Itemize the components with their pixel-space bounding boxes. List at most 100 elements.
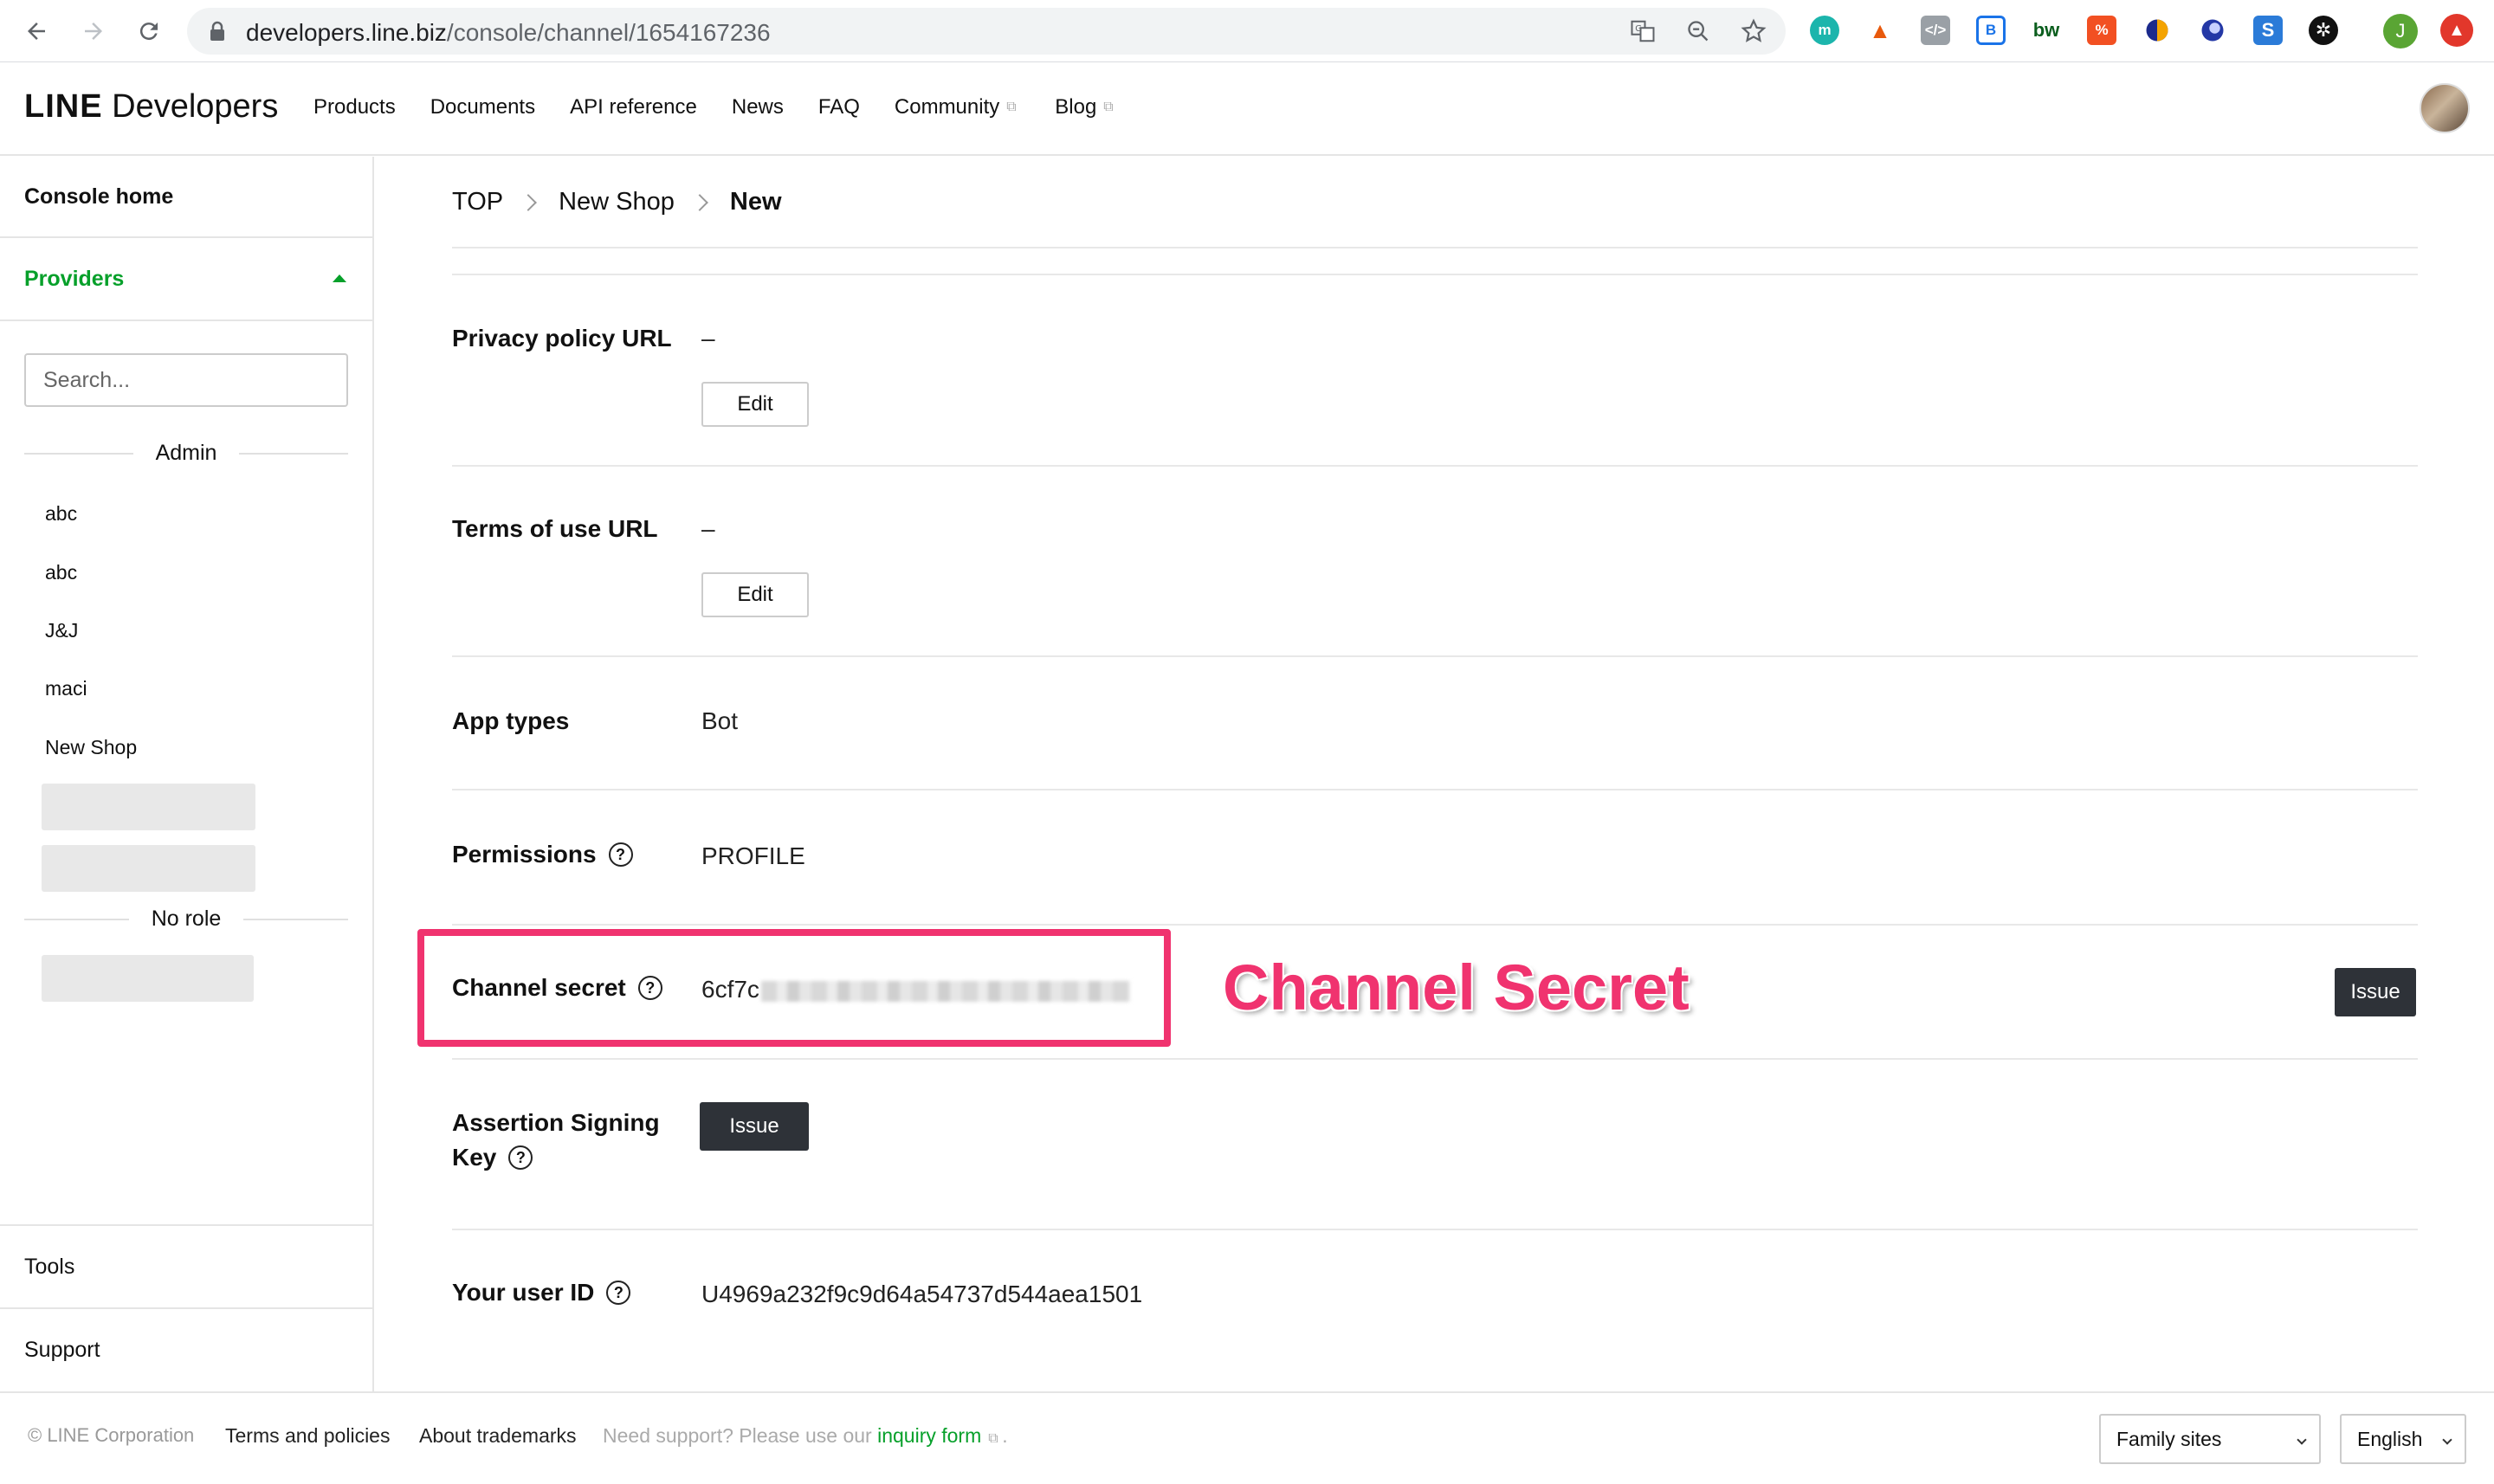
inquiry-form-link[interactable]: inquiry form xyxy=(877,1424,981,1447)
browser-profile-avatar[interactable]: J xyxy=(2383,14,2418,48)
about-trademarks-link[interactable]: About trademarks xyxy=(419,1424,577,1448)
breadcrumb-top[interactable]: TOP xyxy=(452,188,503,216)
lock-icon xyxy=(210,21,224,41)
bw-extension-icon[interactable]: bw xyxy=(2032,16,2061,45)
address-bar[interactable]: developers.line.biz/console/channel/1654… xyxy=(187,8,1786,55)
user-id-label: Your user ID ? xyxy=(452,1279,631,1307)
divider xyxy=(452,274,2418,275)
breadcrumb: TOP New Shop New xyxy=(452,188,782,216)
external-link-icon: ⧉ xyxy=(988,1431,998,1446)
top-navigation: Products Documents API reference News FA… xyxy=(313,95,1152,119)
user-avatar[interactable] xyxy=(2420,83,2470,133)
issue-channel-secret-button[interactable]: Issue xyxy=(2335,968,2416,1016)
user-id-value: U4969a232f9c9d64a54737d544aea1501 xyxy=(701,1281,1143,1307)
channel-settings-main: TOP New Shop New Privacy policy URL – Ed… xyxy=(376,157,2494,1391)
browser-toolbar: developers.line.biz/console/channel/1654… xyxy=(0,0,2494,62)
provider-item[interactable]: New Shop xyxy=(45,736,137,759)
app-types-value: Bot xyxy=(701,707,739,734)
help-icon[interactable]: ? xyxy=(606,1281,631,1305)
provider-item[interactable]: maci xyxy=(45,677,87,700)
nav-faq[interactable]: FAQ xyxy=(818,95,860,119)
divider xyxy=(452,1229,2418,1230)
chevron-right-icon xyxy=(691,193,708,211)
redacted-provider-item[interactable] xyxy=(42,845,255,892)
channel-secret-highlight-box xyxy=(417,929,1171,1047)
sidebar-providers[interactable]: Providers xyxy=(0,238,372,321)
divider xyxy=(452,1058,2418,1060)
sidebar-tools[interactable]: Tools xyxy=(0,1224,372,1307)
permissions-label: Permissions ? xyxy=(452,841,633,868)
divider xyxy=(452,247,2418,248)
external-link-icon: ⧉ xyxy=(1103,100,1114,114)
assertion-signing-key-label: Assertion Signing xyxy=(452,1109,660,1136)
permissions-value: PROFILE xyxy=(701,842,805,869)
reload-icon[interactable] xyxy=(130,12,168,50)
support-text: Need support? Please use our inquiry for… xyxy=(603,1424,1008,1447)
forward-arrow-icon[interactable] xyxy=(74,12,113,50)
orb-extension-icon[interactable] xyxy=(2198,16,2227,45)
channel-secret-annotation: Channel Secret xyxy=(1223,952,1690,1023)
site-header: LINE Developers Products Documents API r… xyxy=(0,62,2494,156)
no-role-section-divider: No role xyxy=(24,907,348,932)
external-link-icon: ⧉ xyxy=(1006,100,1017,114)
assertion-signing-key-label-line2: Key ? xyxy=(452,1144,533,1171)
privacy-policy-url-value: – xyxy=(701,325,715,352)
breadcrumb-provider[interactable]: New Shop xyxy=(559,188,675,216)
nav-blog[interactable]: Blog ⧉ xyxy=(1055,95,1117,119)
divider xyxy=(452,655,2418,657)
nav-api-reference[interactable]: API reference xyxy=(570,95,697,119)
redacted-provider-item[interactable] xyxy=(42,784,255,830)
sidebar-console-home[interactable]: Console home xyxy=(0,157,372,238)
chevron-down-icon xyxy=(2297,1435,2307,1445)
nav-products[interactable]: Products xyxy=(313,95,396,119)
footer: © LINE Corporation Terms and policies Ab… xyxy=(0,1391,2494,1484)
back-arrow-icon[interactable] xyxy=(17,12,55,50)
terms-of-use-url-value: – xyxy=(701,515,715,542)
terms-and-policies-link[interactable]: Terms and policies xyxy=(225,1424,390,1448)
percent-extension-icon[interactable]: % xyxy=(2087,16,2116,45)
family-sites-select[interactable]: Family sites xyxy=(2099,1414,2321,1464)
nav-community[interactable]: Community ⧉ xyxy=(895,95,1020,119)
admin-section-divider: Admin xyxy=(24,441,348,466)
line-developers-logo[interactable]: LINE Developers xyxy=(24,88,278,126)
nav-documents[interactable]: Documents xyxy=(430,95,535,119)
update-icon[interactable]: ▲ xyxy=(2440,14,2473,47)
edit-privacy-policy-button[interactable]: Edit xyxy=(701,382,809,427)
half-circle-extension-icon[interactable] xyxy=(2142,16,2172,45)
edit-terms-of-use-button[interactable]: Edit xyxy=(701,572,809,617)
url-text: developers.line.biz/console/channel/1654… xyxy=(246,19,771,46)
divider xyxy=(452,465,2418,467)
code-extension-icon[interactable]: </> xyxy=(1921,16,1950,45)
chevron-down-icon xyxy=(2442,1435,2452,1445)
help-icon[interactable]: ? xyxy=(608,842,633,867)
svg-text:G: G xyxy=(1635,24,1642,34)
caret-up-icon xyxy=(333,274,346,282)
language-select[interactable]: English xyxy=(2340,1414,2466,1464)
s-extension-icon[interactable]: S xyxy=(2253,16,2283,45)
nav-news[interactable]: News xyxy=(732,95,784,119)
app-types-label: App types xyxy=(452,707,570,734)
tab-extension-icon[interactable]: B xyxy=(1976,16,2006,45)
gear-extension-icon[interactable]: ✲ xyxy=(2309,16,2338,45)
sidebar-support[interactable]: Support xyxy=(0,1307,372,1391)
provider-item[interactable]: abc xyxy=(45,502,77,526)
provider-item[interactable]: J&J xyxy=(45,619,78,642)
privacy-policy-url-label: Privacy policy URL xyxy=(452,325,672,352)
zoom-icon[interactable] xyxy=(1683,16,1713,46)
sidebar: Console home Providers Search... Admin a… xyxy=(0,157,374,1391)
provider-search-input[interactable]: Search... xyxy=(24,353,348,407)
issue-assertion-key-button[interactable]: Issue xyxy=(700,1102,809,1151)
help-icon[interactable]: ? xyxy=(508,1145,533,1170)
chevron-right-icon xyxy=(520,193,537,211)
copyright-text: © LINE Corporation xyxy=(28,1424,195,1446)
provider-item[interactable]: abc xyxy=(45,561,77,584)
terms-of-use-url-label: Terms of use URL xyxy=(452,515,658,542)
fire-extension-icon[interactable]: ▲ xyxy=(1865,16,1895,45)
divider xyxy=(452,924,2418,926)
translate-icon[interactable]: G xyxy=(1628,16,1657,46)
redacted-provider-item[interactable] xyxy=(42,955,254,1002)
bookmark-star-icon[interactable] xyxy=(1739,16,1768,46)
m-extension-icon[interactable]: m xyxy=(1810,16,1839,45)
breadcrumb-current: New xyxy=(729,188,782,216)
divider xyxy=(452,789,2418,790)
